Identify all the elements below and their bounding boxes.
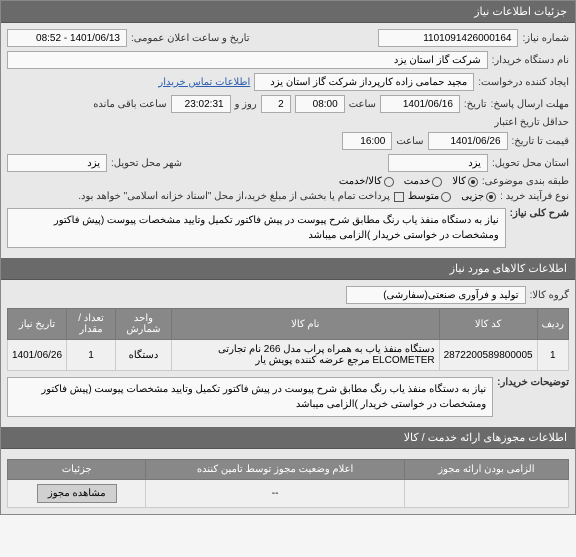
goods-table: ردیف کد کالا نام کالا واحد شمارش تعداد /… [7,308,569,371]
radio-both[interactable] [384,177,394,187]
buyer-label: نام دستگاه خریدار: [492,55,569,66]
cell-required [404,480,568,508]
th-qty: تعداد / مقدار [67,309,116,340]
deliver-city-value: یزد [7,154,107,172]
desc-header-label: شرح کلی نیاز: [510,208,569,219]
th-code: کد کالا [439,309,537,340]
cell-name: دستگاه منفذ یاب به همراه پراب مدل 266 نا… [171,340,439,371]
radio-service[interactable] [432,177,442,187]
auth-area: الزامی بودن ارائه مجوز اعلام وضعیت مجوز … [1,449,575,514]
buyer-value: شرکت گاز استان یزد [7,51,488,69]
need-number-value: 1101091426000164 [378,29,518,47]
radio-partial[interactable] [486,192,496,202]
date-label: تاریخ: [464,99,487,110]
th-idx: ردیف [537,309,568,340]
category-radio-group: کالا خدمت کالا/خدمت [339,176,478,187]
time-label: ساعت [349,99,376,110]
deadline-time: 08:00 [295,95,345,113]
price-to-label: قیمت تا تاریخ: [512,136,569,147]
budget-label: طبقه بندی موضوعی: [482,176,569,187]
goods-area: گروه کالا: تولید و فرآوری صنعتی(سفارشی) … [1,280,575,427]
days-value: 2 [261,95,291,113]
radio-goods-label: کالا [452,176,466,187]
th-required: الزامی بودن ارائه مجوز [404,460,568,480]
auth-table: الزامی بودن ارائه مجوز اعلام وضعیت مجوز … [7,459,569,508]
buy-type-label: نوع فرآیند خرید : [500,191,569,202]
need-loc-value: یزد [388,154,488,172]
radio-partial-label: جزیی [461,191,484,202]
auth-row: -- مشاهده مجوز [8,480,569,508]
contact-link[interactable]: اطلاعات تماس خریدار [158,77,250,88]
cell-code: 2872200589800005 [439,340,537,371]
creator-value: مجید حمامی زاده کارپرداز شرکت گاز استان … [254,73,474,91]
section-header-need-details: جزئیات اطلاعات نیاز [1,1,575,23]
form-need-details: شماره نیاز: 1101091426000164 تاریخ و ساع… [1,23,575,258]
deliver-city-label: شهر محل تحویل: [111,158,182,169]
deadline-date: 1401/06/16 [380,95,460,113]
time-label2: ساعت [396,136,423,147]
treasury-note: پرداخت تمام یا بخشی از مبلغ خرید،از محل … [78,191,390,202]
remaining-time: 23:02:31 [171,95,231,113]
radio-both-label: کالا/خدمت [339,176,382,187]
group-label: گروه کالا: [530,290,569,301]
validity-time: 16:00 [342,132,392,150]
treasury-checkbox[interactable] [394,192,404,202]
th-date: تاریخ نیاز [8,309,67,340]
need-description: نیاز به دستگاه منفذ یاب رنگ مطابق شرح پی… [7,208,506,248]
days-suffix: روز و [235,99,257,110]
cell-status: -- [146,480,404,508]
announce-value: 1401/06/13 - 08:52 [7,29,127,47]
group-value: تولید و فرآوری صنعتی(سفارشی) [346,286,526,304]
th-name: نام کالا [171,309,439,340]
buyer-notes: نیاز به دستگاه منفذ یاب رنگ مطابق شرح پی… [7,377,493,417]
view-auth-button[interactable]: مشاهده مجوز [37,484,117,503]
buyer-notes-label: توضیحات خریدار: [497,377,569,388]
cell-qty: 1 [67,340,116,371]
creator-label: ایجاد کننده درخواست: [478,77,569,88]
th-status: اعلام وضعیت مجوز توسط تامین کننده [146,460,404,480]
need-loc-label: استان محل تحویل: [492,158,569,169]
radio-service-label: خدمت [404,176,431,187]
min-validity-label: حداقل تاریخ اعتبار [494,117,569,128]
radio-goods[interactable] [468,177,478,187]
deadline-label: مهلت ارسال پاسخ: [491,99,569,110]
announce-label: تاریخ و ساعت اعلان عمومی: [131,33,250,44]
section-header-goods: اطلاعات کالاهای مورد نیاز [1,258,575,280]
cell-unit: دستگاه [115,340,171,371]
remaining-suffix: ساعت باقی مانده [93,99,166,110]
cell-details: مشاهده مجوز [8,480,146,508]
need-number-label: شماره نیاز: [522,33,569,44]
section-header-auth: اطلاعات مجوزهای ارائه خدمت / کالا [1,427,575,449]
th-unit: واحد شمارش [115,309,171,340]
th-details: جزئیات [8,460,146,480]
validity-date: 1401/06/26 [428,132,508,150]
cell-idx: 1 [537,340,568,371]
table-row: 1 2872200589800005 دستگاه منفذ یاب به هم… [8,340,569,371]
radio-medium-label: متوسط [408,191,439,202]
buy-type-radio-group: جزیی متوسط [408,191,496,202]
radio-medium[interactable] [441,192,451,202]
cell-date: 1401/06/26 [8,340,67,371]
